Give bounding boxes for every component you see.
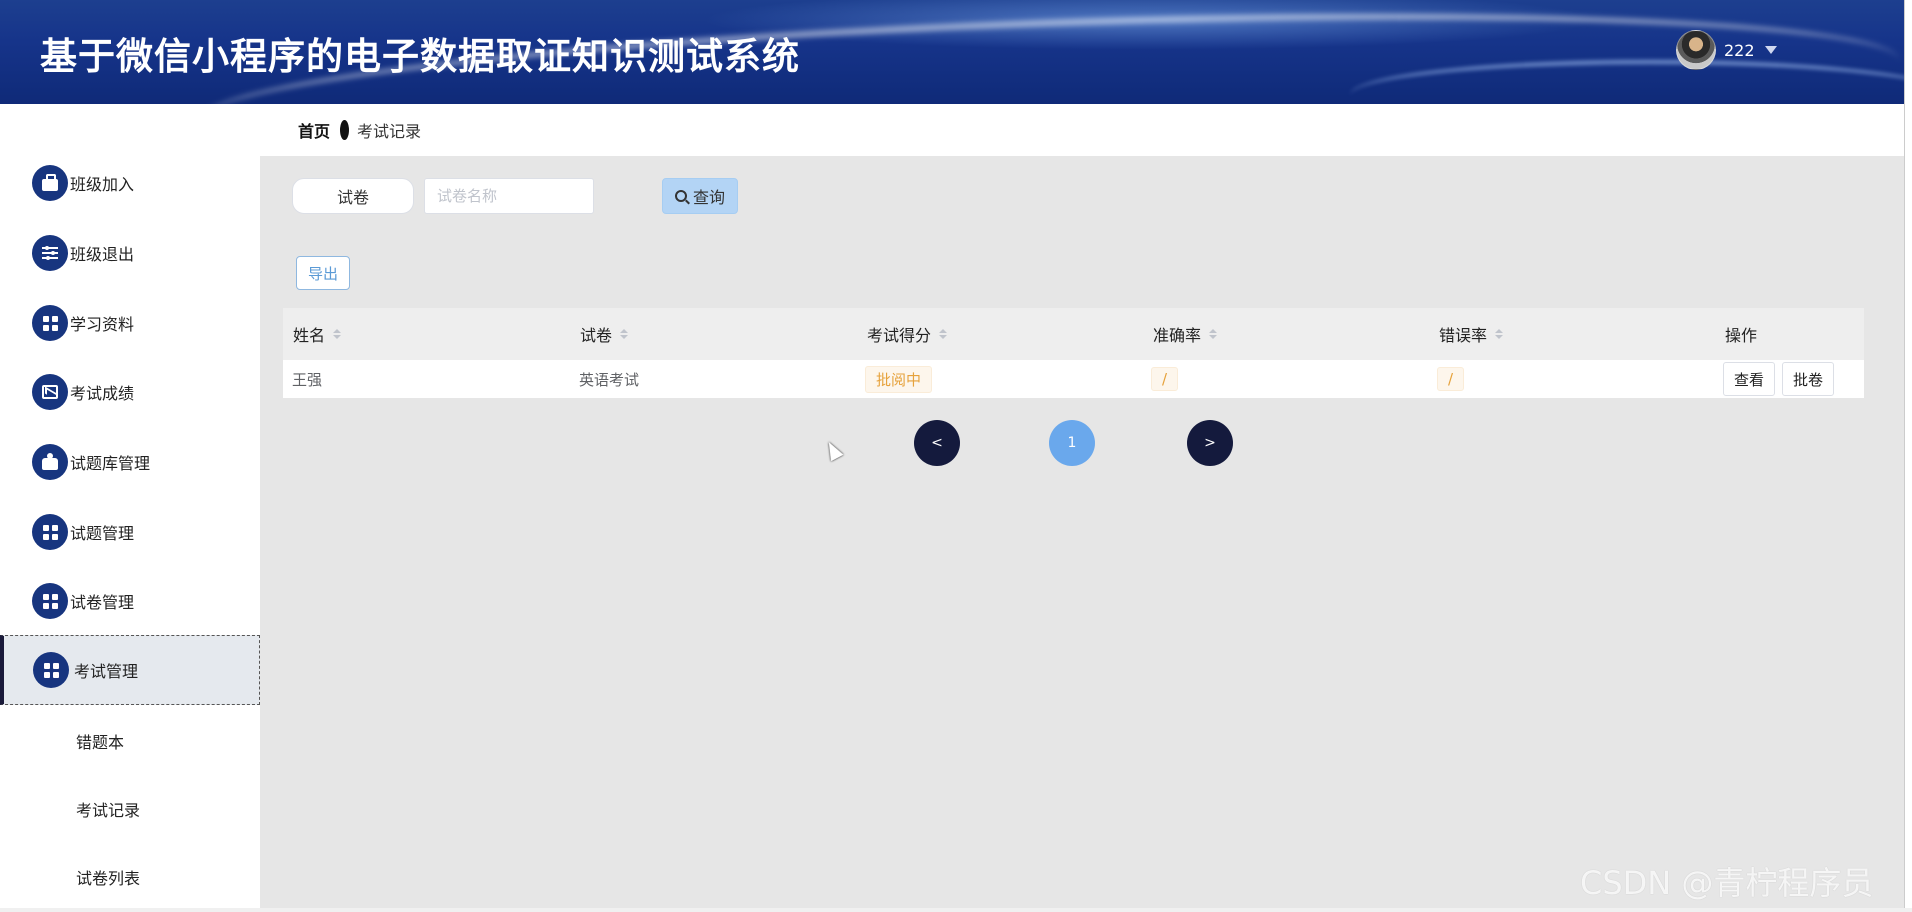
user-menu[interactable]: 222 <box>1676 30 1777 70</box>
grid-icon <box>32 305 68 341</box>
breadcrumb-home[interactable]: 首页 <box>298 118 330 142</box>
watermark: CSDN @青柠程序员 <box>1580 864 1874 902</box>
column-header-label: 错误率 <box>1439 326 1488 345</box>
cell-score: 批阅中 <box>865 360 933 398</box>
sidebar-item-label: 试题库管理 <box>70 454 151 473</box>
sidebar-item-label: 考试管理 <box>74 662 139 681</box>
sidebar-item-label: 班级加入 <box>70 175 135 194</box>
sidebar: 班级加入 班级退出 学习资料 考试成绩 试题库管理 试题管理 试卷管理 考试管理… <box>0 104 260 912</box>
sort-icon[interactable] <box>1209 329 1218 339</box>
status-badge: 批阅中 <box>865 365 933 393</box>
column-header-label: 考试得分 <box>867 326 932 345</box>
column-header-name[interactable]: 姓名 <box>293 322 342 346</box>
query-button[interactable]: 查询 <box>662 178 738 214</box>
column-header-actions: 操作 <box>1725 322 1757 346</box>
cell-error-rate: / <box>1437 360 1465 398</box>
avatar[interactable] <box>1676 30 1716 70</box>
sidebar-item-questions[interactable]: 试题管理 <box>0 497 260 567</box>
sort-icon[interactable] <box>1495 329 1504 339</box>
chart-icon <box>32 374 68 410</box>
sort-icon[interactable] <box>620 329 629 339</box>
sidebar-subitem-label: 考试记录 <box>76 801 141 820</box>
query-button-label: 查询 <box>692 188 725 207</box>
sliders-icon <box>32 235 68 271</box>
window-edge-bottom <box>0 908 1912 912</box>
hand-icon <box>32 444 68 480</box>
sidebar-subitem-exam-records[interactable]: 考试记录 <box>0 776 260 842</box>
sidebar-subitem-wrong-questions[interactable]: 错题本 <box>0 708 260 774</box>
sidebar-subitem-label: 错题本 <box>76 733 125 752</box>
search-field-label: 试卷 <box>292 178 414 214</box>
app-header: 基于微信小程序的电子数据取证知识测试系统 222 <box>0 0 1912 104</box>
cell-accuracy: / <box>1151 360 1179 398</box>
export-button[interactable]: 导出 <box>296 256 350 290</box>
column-header-label: 试卷 <box>580 326 613 345</box>
sidebar-item-exam-scores[interactable]: 考试成绩 <box>0 357 260 427</box>
accuracy-badge: / <box>1151 367 1179 391</box>
cell-paper: 英语考试 <box>579 370 640 389</box>
search-icon <box>674 190 687 202</box>
sidebar-item-label: 考试成绩 <box>70 384 135 403</box>
sidebar-item-class-quit[interactable]: 班级退出 <box>0 218 260 288</box>
records-table: 姓名 试卷 考试得分 准确率 错误率 操作 王强 英语考试 批阅中 / / 查看… <box>283 308 1864 398</box>
grid-icon <box>32 583 68 619</box>
error-rate-badge: / <box>1437 367 1465 391</box>
table-header: 姓名 试卷 考试得分 准确率 错误率 操作 <box>283 308 1864 360</box>
sidebar-item-study-materials[interactable]: 学习资料 <box>0 288 260 358</box>
column-header-label: 操作 <box>1725 326 1758 345</box>
grade-button[interactable]: 批卷 <box>1782 362 1835 396</box>
briefcase-icon <box>32 165 68 201</box>
caret-down-icon[interactable] <box>1764 46 1777 54</box>
grid-icon <box>32 514 68 550</box>
column-header-error-rate[interactable]: 错误率 <box>1439 322 1504 346</box>
column-header-label: 准确率 <box>1153 326 1202 345</box>
sidebar-subitem-label: 试卷列表 <box>76 869 141 888</box>
app-title: 基于微信小程序的电子数据取证知识测试系统 <box>40 35 800 78</box>
table-row: 王强 英语考试 批阅中 / / 查看 批卷 <box>283 360 1864 398</box>
breadcrumb-separator-icon <box>340 120 350 140</box>
view-button[interactable]: 查看 <box>1723 362 1776 396</box>
prev-page-button[interactable]: < <box>914 420 960 466</box>
sidebar-item-label: 班级退出 <box>70 245 135 264</box>
sidebar-item-label: 试题管理 <box>70 524 135 543</box>
column-header-paper[interactable]: 试卷 <box>580 322 629 346</box>
sidebar-item-exam-management[interactable]: 考试管理 <box>0 635 260 705</box>
sidebar-subitem-paper-list[interactable]: 试卷列表 <box>0 844 260 910</box>
breadcrumb-current: 考试记录 <box>357 122 422 141</box>
cell-name: 王强 <box>292 370 323 389</box>
window-edge <box>1904 0 1912 912</box>
sidebar-item-class-join[interactable]: 班级加入 <box>0 148 260 218</box>
sidebar-item-question-bank[interactable]: 试题库管理 <box>0 427 260 497</box>
grid-icon <box>33 652 69 688</box>
breadcrumb: 首页 考试记录 <box>260 104 1912 156</box>
column-header-score[interactable]: 考试得分 <box>867 322 948 346</box>
sidebar-item-label: 试卷管理 <box>70 593 135 612</box>
sort-icon[interactable] <box>333 329 342 339</box>
column-header-accuracy[interactable]: 准确率 <box>1153 322 1218 346</box>
column-header-label: 姓名 <box>293 326 326 345</box>
sidebar-item-papers[interactable]: 试卷管理 <box>0 566 260 636</box>
sidebar-item-label: 学习资料 <box>70 315 135 334</box>
username[interactable]: 222 <box>1724 41 1755 60</box>
sort-icon[interactable] <box>939 329 948 339</box>
mouse-cursor-icon <box>822 438 844 462</box>
search-input[interactable] <box>424 178 594 214</box>
next-page-button[interactable]: > <box>1187 420 1233 466</box>
page-1-button[interactable]: 1 <box>1049 420 1095 466</box>
